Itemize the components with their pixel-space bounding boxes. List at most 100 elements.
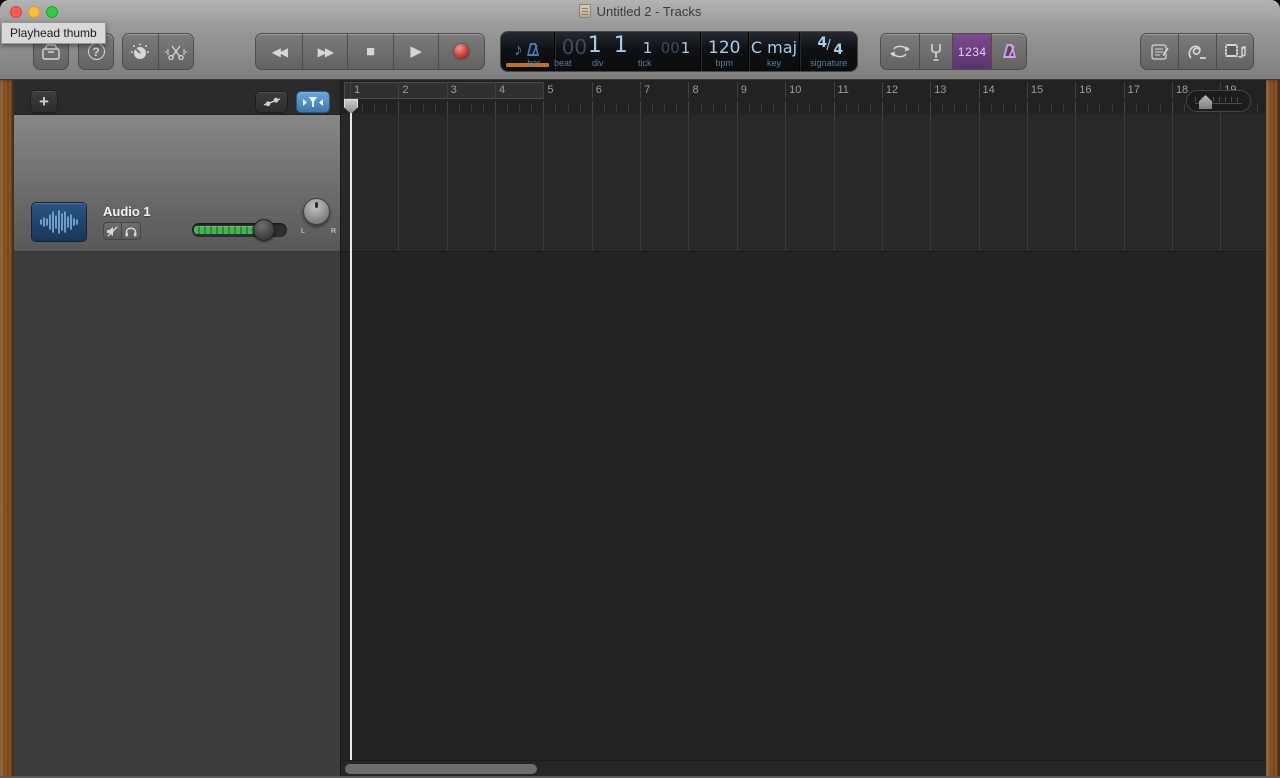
media-browser-button[interactable]: [1215, 34, 1253, 69]
lcd-display[interactable]: ♪ 00 1 1 1 00 1 bar beat div tick 120 bp…: [500, 31, 858, 72]
smart-controls-button[interactable]: [123, 34, 158, 69]
browser-buttons-group: [1140, 33, 1254, 70]
ruler-bar-number: 9: [740, 84, 747, 96]
loop-browser-button[interactable]: [1178, 34, 1215, 69]
ruler-bar-line: [1123, 82, 1125, 98]
ruler-bar-line: [543, 82, 545, 98]
play-button[interactable]: ▶: [392, 34, 439, 69]
metronome-button[interactable]: [991, 34, 1026, 69]
stop-button[interactable]: ■: [347, 34, 393, 69]
volume-slider[interactable]: [192, 219, 287, 241]
playhead-line[interactable]: [350, 100, 352, 760]
ruler-tick: [930, 101, 932, 114]
lane-bar-gridline: [1123, 114, 1125, 251]
note-pad-button[interactable]: [1141, 34, 1178, 69]
ruler-tick: [422, 104, 424, 112]
wood-border-right: [1266, 80, 1280, 778]
ruler-bar-line: [350, 82, 351, 98]
ruler-tick: [410, 104, 412, 112]
rewind-icon: ◀◀: [271, 44, 289, 59]
ruler-bar-number: 4: [499, 84, 506, 96]
ruler-tick: [700, 104, 702, 112]
ruler-bar-line: [736, 82, 738, 98]
ruler-tick: [760, 104, 762, 112]
scissors-icon: [165, 44, 187, 60]
track-lane[interactable]: [341, 114, 1266, 252]
ruler[interactable]: 12345678910111213141516171819: [341, 80, 1266, 114]
ruler-tick: [1087, 104, 1089, 112]
rewind-button[interactable]: ◀◀: [256, 34, 302, 69]
ruler-bar-number: 18: [1175, 84, 1189, 96]
ruler-tick: [918, 104, 920, 112]
add-track-button[interactable]: +: [30, 90, 58, 113]
count-in-button[interactable]: 1234: [952, 34, 992, 69]
ruler-tick: [458, 104, 460, 112]
ruler-tick: [1123, 101, 1125, 114]
lcd-time-section[interactable]: 00 1 1 1 00 1 bar beat div tick: [527, 32, 700, 71]
ruler-bar-line: [785, 82, 787, 98]
ruler-tick: [821, 104, 823, 112]
forward-button[interactable]: ▶▶: [301, 34, 348, 69]
media-browser-icon: [1224, 43, 1246, 60]
lcd-signature-section[interactable]: 4 / 4 signature: [799, 32, 857, 71]
lane-bar-gridline: [591, 114, 593, 251]
lane-bar-gridline: [1171, 114, 1173, 251]
pan-right-label: R: [331, 228, 337, 235]
session-buttons-group: 1234: [880, 33, 1027, 70]
catch-playhead-button[interactable]: [296, 91, 330, 113]
lcd-tick-value: 1: [680, 39, 691, 57]
horizontal-scrollbar-thumb[interactable]: [345, 764, 537, 774]
ruler-tick: [386, 104, 388, 112]
metronome-toggle-icon: [1001, 43, 1018, 61]
automation-icon: [262, 96, 282, 108]
ruler-tick: [893, 104, 895, 112]
pan-left-label: L: [301, 228, 305, 235]
lane-bar-gridline: [833, 114, 835, 251]
lcd-beat-value: 1: [613, 33, 628, 58]
ruler-tick: [579, 104, 581, 112]
mute-button[interactable]: [103, 222, 122, 240]
solo-button[interactable]: [122, 222, 141, 240]
ruler-bar-line: [640, 82, 642, 98]
cycle-button[interactable]: [881, 34, 919, 69]
horizontal-scrollbar[interactable]: [341, 760, 1266, 776]
lcd-key-section[interactable]: C maj key: [747, 32, 800, 71]
ruler-tick: [446, 101, 448, 114]
ruler-tick: [628, 104, 629, 112]
ruler-tick: [1002, 104, 1004, 112]
ruler-bar-number: 2: [402, 84, 409, 96]
lcd-beat-label: beat: [553, 58, 572, 68]
pan-knob[interactable]: [303, 198, 330, 225]
ruler-tick: [664, 104, 666, 112]
ruler-tick: [978, 101, 980, 114]
track-area[interactable]: 12345678910111213141516171819: [341, 80, 1266, 760]
volume-slider-knob[interactable]: [253, 219, 275, 241]
catch-playhead-icon: [303, 96, 323, 109]
track-header-audio-1[interactable]: Audio 1 L R: [14, 115, 340, 252]
editors-button[interactable]: [157, 34, 193, 69]
ruler-tick: [1111, 104, 1113, 112]
tuner-button[interactable]: [919, 34, 952, 69]
record-button[interactable]: [438, 34, 484, 69]
ruler-tick: [1014, 104, 1016, 112]
ruler-bar-number: 10: [789, 84, 802, 96]
count-in-label: 1234: [957, 44, 987, 59]
ruler-tick: [640, 101, 642, 114]
ruler-tick: [1075, 101, 1077, 114]
cycle-icon: [890, 44, 911, 59]
ruler-bar-line: [398, 82, 400, 98]
lcd-bpm-label: bpm: [715, 58, 733, 68]
automation-button[interactable]: [255, 91, 288, 113]
lcd-tick-label: tick: [637, 58, 652, 68]
ruler-tick: [833, 101, 835, 114]
library-icon: [42, 43, 60, 60]
track-name[interactable]: Audio 1: [103, 204, 151, 219]
horizontal-zoom-slider[interactable]: [1186, 90, 1251, 112]
lcd-div-label: div: [591, 58, 604, 68]
ruler-highlight-region: [344, 82, 544, 99]
ruler-bar-number: 15: [1030, 84, 1044, 96]
audio-track-icon[interactable]: [31, 202, 87, 242]
ruler-tick: [954, 104, 956, 112]
lcd-tempo-section[interactable]: 120 bpm: [699, 32, 748, 71]
lcd-bar-leading: 00: [561, 35, 588, 59]
